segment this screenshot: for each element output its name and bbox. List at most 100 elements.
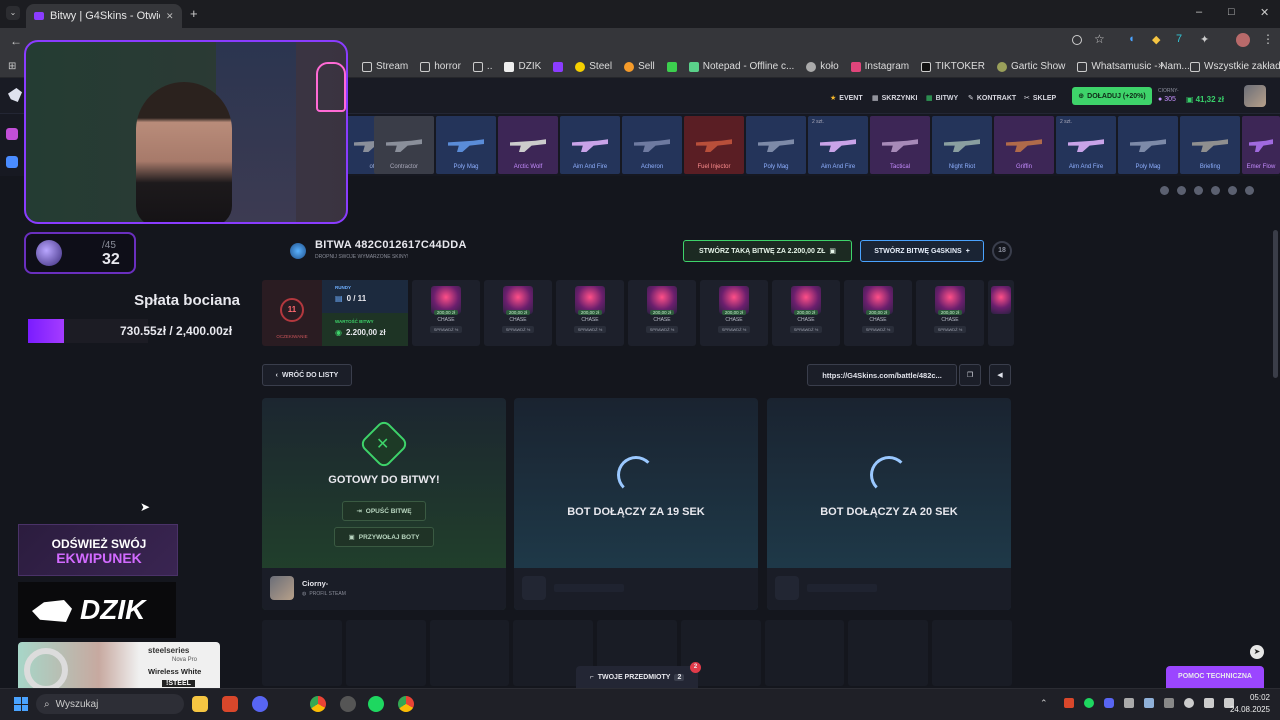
tray-mic-icon[interactable] xyxy=(1184,698,1194,708)
tray-display-icon[interactable] xyxy=(1124,698,1134,708)
bookmark-item[interactable]: TIKTOKER xyxy=(921,61,985,72)
battle-case[interactable]: 200,00 zł CHASE SPRAWDŹ % xyxy=(556,280,624,346)
battle-case[interactable]: 200,00 zł CHASE SPRAWDŹ % xyxy=(412,280,480,346)
bookmarks-overflow-button[interactable]: » xyxy=(1158,60,1164,71)
all-bookmarks-button[interactable]: Wszystkie zakładki xyxy=(1190,61,1280,72)
zoom-icon[interactable] xyxy=(1072,35,1082,45)
battle-case[interactable]: 200,00 zł CHASE SPRAWDŹ % xyxy=(484,280,552,346)
bookmark-item[interactable]: Whatsamusic - Nam... xyxy=(1077,61,1190,72)
drop-item[interactable]: Poly Mag xyxy=(1118,116,1178,174)
battle-case[interactable] xyxy=(988,280,1014,346)
sidebar-icon[interactable] xyxy=(6,128,18,140)
facebook-icon[interactable] xyxy=(1160,186,1169,195)
check-odds-button[interactable]: SPRAWDŹ % xyxy=(645,326,679,333)
drop-item[interactable]: 2 szt. Aim And Fire xyxy=(808,116,868,174)
maximize-button[interactable]: □ xyxy=(1228,6,1235,18)
close-window-button[interactable]: ✕ xyxy=(1260,6,1269,19)
check-odds-button[interactable]: SPRAWDŹ % xyxy=(789,326,823,333)
drop-item[interactable]: Night Riot xyxy=(932,116,992,174)
telegram-icon[interactable] xyxy=(1245,186,1254,195)
extensions-puzzle-icon[interactable]: ✦ xyxy=(1200,33,1209,46)
player-avatar[interactable] xyxy=(270,576,294,600)
extension-icon[interactable]: ◖ xyxy=(1128,33,1135,45)
tab-close-icon[interactable]: ✕ xyxy=(166,11,174,22)
drop-item[interactable]: Briefing xyxy=(1180,116,1240,174)
drop-item[interactable]: Emer Flow xyxy=(1242,116,1280,174)
start-button[interactable] xyxy=(14,697,28,711)
bookmark-item[interactable] xyxy=(666,61,677,72)
file-explorer-icon[interactable] xyxy=(192,696,208,712)
bookmark-item[interactable]: Notepad - Offline c... xyxy=(688,61,794,72)
compass-icon[interactable]: ➤ xyxy=(1250,645,1264,659)
nav-shop[interactable]: ✂ SKLEP xyxy=(1024,94,1056,103)
spotify-icon[interactable] xyxy=(368,696,384,712)
battle-case[interactable]: 200,00 zł CHASE SPRAWDŹ % xyxy=(628,280,696,346)
sidebar-grid-icon[interactable] xyxy=(6,156,18,168)
g4skins-logo-icon[interactable] xyxy=(8,88,22,102)
nav-battles[interactable]: ▦ BITWY xyxy=(926,94,958,103)
check-odds-button[interactable]: SPRAWDŹ % xyxy=(861,326,895,333)
menu-dots-icon[interactable]: ⋮ xyxy=(1262,32,1274,46)
x-icon[interactable] xyxy=(1194,186,1203,195)
drop-item[interactable]: Contractor xyxy=(374,116,434,174)
call-bots-button[interactable]: ▣ PRZYWOŁAJ BOTY xyxy=(334,527,434,547)
drop-item[interactable]: Poly Mag xyxy=(436,116,496,174)
steam-profile-link[interactable]: ◍ PROFIL STEAM xyxy=(302,591,346,597)
battle-case[interactable]: 200,00 zł CHASE SPRAWDŹ % xyxy=(844,280,912,346)
extension-icon[interactable]: ◆ xyxy=(1152,33,1160,46)
tray-brave-icon[interactable] xyxy=(1064,698,1074,708)
drop-item[interactable]: Poly Mag xyxy=(746,116,806,174)
bookmark-item[interactable] xyxy=(553,61,564,72)
check-odds-button[interactable]: SPRAWDŹ % xyxy=(501,326,535,333)
taskbar-search[interactable]: ⌕ Wyszukaj xyxy=(36,694,184,714)
brave-icon[interactable] xyxy=(222,696,238,712)
your-items-button[interactable]: ⌐ TWOJE PRZEDMIOTY 2 xyxy=(576,666,698,688)
drop-item[interactable]: Arctic Wolf xyxy=(498,116,558,174)
create-same-battle-button[interactable]: STWÓRZ TAKĄ BITWĘ ZA 2.200,00 ZŁ ▣ xyxy=(683,240,852,262)
tray-network-icon[interactable] xyxy=(1204,698,1214,708)
leave-battle-button[interactable]: ⇥ OPUŚĆ BITWĘ xyxy=(342,501,426,521)
tray-spotify-icon[interactable] xyxy=(1084,698,1094,708)
back-to-list-button[interactable]: ‹ WRÓĆ DO LISTY xyxy=(262,364,352,386)
user-avatar[interactable] xyxy=(1244,85,1266,107)
bookmark-item[interactable]: koło xyxy=(806,61,839,72)
bookmark-item[interactable]: DZIK xyxy=(504,61,541,72)
taskbar-date[interactable]: 24.08.2025 xyxy=(1216,705,1270,714)
nav-event[interactable]: ★ EVENT xyxy=(830,94,863,103)
drop-item[interactable]: 2 szt. Aim And Fire xyxy=(1056,116,1116,174)
bookmark-item[interactable]: horror xyxy=(420,61,461,72)
bookmark-item[interactable]: Sell xyxy=(624,61,655,72)
support-button[interactable]: POMOC TECHNICZNA xyxy=(1166,666,1264,688)
battle-case[interactable]: 200,00 zł CHASE SPRAWDŹ % xyxy=(700,280,768,346)
battle-case[interactable]: 200,00 zł CHASE SPRAWDŹ % xyxy=(916,280,984,346)
drop-item[interactable]: Tactical xyxy=(870,116,930,174)
bookmark-item[interactable]: Stream xyxy=(362,61,408,72)
tab-search-icon[interactable]: ⌄ xyxy=(6,6,20,20)
apps-grid-icon[interactable]: ⊞ xyxy=(8,61,16,72)
chrome-active-icon[interactable] xyxy=(398,696,414,712)
bookmark-item[interactable]: Gartic Show xyxy=(996,61,1065,72)
nav-cases[interactable]: ▦ SKRZYNKI xyxy=(872,94,917,103)
taskbar-time[interactable]: 05:02 xyxy=(1226,693,1270,702)
instagram-icon[interactable] xyxy=(1177,186,1186,195)
tray-overflow-icon[interactable]: ⌃ xyxy=(1040,698,1048,709)
copy-link-icon[interactable]: ❐ xyxy=(959,364,981,386)
bookmark-item[interactable]: .. xyxy=(472,61,492,72)
check-odds-button[interactable]: SPRAWDŹ % xyxy=(429,326,463,333)
check-odds-button[interactable]: SPRAWDŹ % xyxy=(573,326,607,333)
drop-item[interactable]: Acheron xyxy=(622,116,682,174)
tray-discord-icon[interactable] xyxy=(1104,698,1114,708)
sound-toggle-icon[interactable]: ◀ xyxy=(989,364,1011,386)
discord-icon[interactable] xyxy=(1228,186,1237,195)
scrollbar-thumb[interactable] xyxy=(1273,230,1278,378)
drop-item[interactable]: Griffin xyxy=(994,116,1054,174)
bookmark-item[interactable]: Steel xyxy=(575,61,612,72)
discord-icon[interactable] xyxy=(252,696,268,712)
chrome-icon[interactable] xyxy=(310,696,326,712)
bookmark-star-icon[interactable]: ☆ xyxy=(1094,32,1105,46)
create-g4skins-battle-button[interactable]: STWÓRZ BITWĘ G4SKINS + xyxy=(860,240,984,262)
check-odds-button[interactable]: SPRAWDŹ % xyxy=(933,326,967,333)
deposit-button[interactable]: ⊕ DOŁADUJ (+20%) xyxy=(1072,87,1152,105)
tray-network-off-icon[interactable] xyxy=(1164,698,1174,708)
battle-url-field[interactable]: https://G4Skins.com/battle/482c... xyxy=(807,364,957,386)
